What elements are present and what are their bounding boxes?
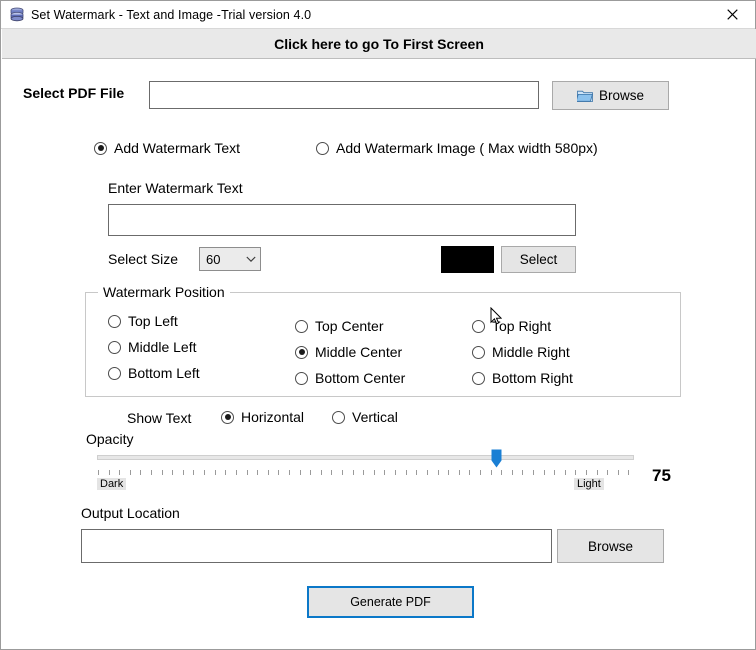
radio-position-top-right[interactable]: Top Right [472,318,551,334]
opacity-slider-ticks [98,470,630,475]
browse-pdf-button[interactable]: Browse [552,81,669,110]
radio-add-watermark-image-label: Add Watermark Image ( Max width 580px) [336,140,598,156]
radio-indicator [295,319,308,333]
enter-watermark-text-label: Enter Watermark Text [108,180,243,196]
radio-indicator [472,345,485,359]
radio-indicator [295,345,308,359]
banner-label: Click here to go To First Screen [274,35,484,52]
radio-add-watermark-image[interactable]: Add Watermark Image ( Max width 580px) [316,140,598,156]
opacity-value: 75 [652,466,671,485]
radio-position-middle-center[interactable]: Middle Center [295,344,402,360]
radio-position-top-right-label: Top Right [492,318,552,334]
select-color-label: Select [519,252,558,267]
show-text-label: Show Text [127,410,192,426]
opacity-min-label: Dark [97,478,127,490]
radio-position-middle-center-label: Middle Center [315,344,403,360]
radio-indicator [472,319,485,333]
radio-position-bottom-right[interactable]: Bottom Right [472,370,573,386]
radio-position-bottom-center-label: Bottom Center [315,370,406,386]
radio-position-middle-left-label: Middle Left [128,339,197,355]
radio-orientation-vertical[interactable]: Vertical [332,409,398,425]
close-window-button[interactable] [709,1,755,28]
close-icon [726,9,738,20]
radio-orientation-vertical-label: Vertical [352,409,398,425]
radio-indicator [316,141,329,155]
radio-position-bottom-right-label: Bottom Right [492,370,573,386]
select-color-button[interactable]: Select [501,246,576,273]
radio-indicator [108,366,121,380]
radio-indicator [295,371,308,385]
select-pdf-file-label: Select PDF File [23,85,125,101]
radio-position-middle-right[interactable]: Middle Right [472,344,570,360]
browse-pdf-label: Browse [598,88,644,103]
radio-position-middle-right-label: Middle Right [492,344,570,360]
output-location-label: Output Location [81,505,180,521]
radio-add-watermark-text-label: Add Watermark Text [114,140,241,156]
window-title: Set Watermark - Text and Image -Trial ve… [31,7,312,22]
radio-position-middle-left[interactable]: Middle Left [108,339,196,355]
select-size-label: Select Size [108,251,179,267]
radio-position-bottom-left[interactable]: Bottom Left [108,365,200,381]
app-window: Set Watermark - Text and Image -Trial ve… [0,0,756,650]
opacity-slider-thumb[interactable] [491,449,502,468]
app-database-stack-icon [9,7,25,23]
pdf-file-input[interactable] [149,81,539,109]
radio-position-top-center[interactable]: Top Center [295,318,383,334]
output-location-input[interactable] [81,529,552,563]
generate-pdf-label: Generate PDF [350,595,431,609]
radio-indicator [332,410,345,424]
radio-indicator [108,340,121,354]
watermark-color-swatch [441,246,494,273]
radio-orientation-horizontal-label: Horizontal [241,409,305,425]
watermark-position-title: Watermark Position [98,284,230,300]
title-bar: Set Watermark - Text and Image -Trial ve… [1,1,755,29]
radio-indicator [472,371,485,385]
opacity-slider-track[interactable] [97,455,634,460]
go-to-first-screen-banner[interactable]: Click here to go To First Screen [2,29,756,59]
radio-position-top-left-label: Top Left [128,313,178,329]
radio-indicator [221,410,234,424]
browse-output-button[interactable]: Browse [557,529,664,563]
watermark-text-input[interactable] [108,204,576,236]
opacity-max-label: Light [574,478,604,490]
browse-output-label: Browse [587,538,633,554]
radio-indicator [108,314,121,328]
radio-position-top-left[interactable]: Top Left [108,313,178,329]
generate-pdf-button[interactable]: Generate PDF [307,586,474,618]
opacity-slider[interactable] [97,449,634,491]
radio-orientation-horizontal[interactable]: Horizontal [221,409,304,425]
radio-indicator [94,141,107,155]
radio-position-top-center-label: Top Center [315,318,384,334]
radio-position-bottom-center[interactable]: Bottom Center [295,370,405,386]
radio-add-watermark-text[interactable]: Add Watermark Text [94,140,240,156]
chevron-down-icon [242,256,260,263]
opacity-label: Opacity [86,431,134,447]
size-value: 60 [206,251,221,267]
size-dropdown[interactable]: 60 [199,247,261,271]
folder-open-icon [576,89,593,102]
radio-position-bottom-left-label: Bottom Left [128,365,200,381]
